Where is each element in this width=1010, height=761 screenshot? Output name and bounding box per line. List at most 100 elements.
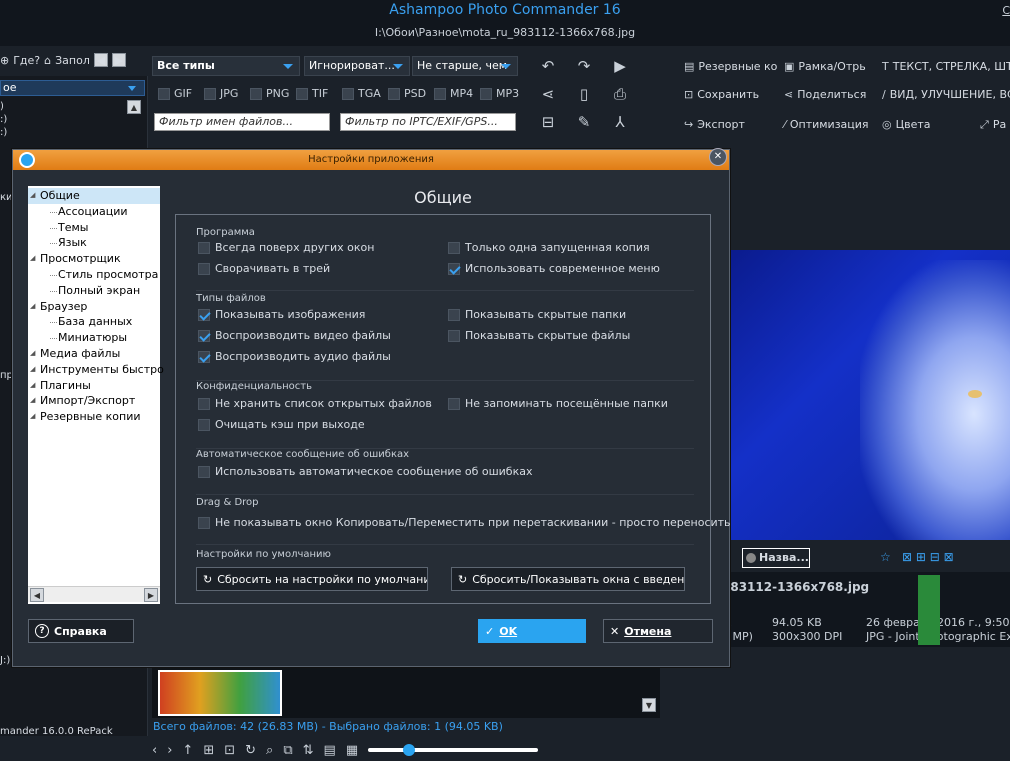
rotate-left-icon[interactable]: ↶: [538, 56, 558, 76]
edit-icon[interactable]: ✎: [574, 112, 594, 132]
left-misc-drive[interactable]: J:): [0, 655, 10, 666]
left-combo[interactable]: ое: [0, 80, 145, 96]
back-icon[interactable]: ‹: [152, 743, 157, 758]
tree-hscroll[interactable]: ◀ ▶: [28, 586, 160, 602]
close-icon[interactable]: ✕: [709, 148, 727, 166]
cancel-button[interactable]: ✕ Отмена: [603, 619, 713, 643]
format-checkbox-tif[interactable]: TIF: [296, 87, 328, 100]
tree-item[interactable]: Плагины: [28, 378, 160, 394]
image-preview[interactable]: [718, 250, 1010, 540]
left-scroll-up[interactable]: ▲: [127, 100, 141, 114]
tree-scroll-right[interactable]: ▶: [144, 588, 158, 602]
copy-icon[interactable]: ⧉: [283, 743, 292, 758]
age-select[interactable]: Не старше, чем: [412, 56, 518, 76]
tree-item[interactable]: Медиа файлы: [28, 346, 160, 362]
ignore-select[interactable]: Игнорироват...: [304, 56, 410, 76]
format-checkbox-jpg[interactable]: JPG: [204, 87, 238, 100]
frame-tool[interactable]: ▣ Рамка/Отрь: [784, 60, 866, 73]
iptc-filter-input[interactable]: Фильтр по IPTC/EXIF/GPS...: [340, 113, 516, 131]
scan-icon[interactable]: ⊟: [538, 112, 558, 132]
zoom-slider[interactable]: [368, 744, 539, 756]
scroll-right-button[interactable]: ▶: [111, 53, 126, 67]
zoom-icon[interactable]: ⌕: [266, 743, 273, 758]
format-checkbox-gif[interactable]: GIF: [158, 87, 192, 100]
tree-item[interactable]: База данных: [28, 314, 160, 330]
left-row[interactable]: :): [0, 113, 7, 126]
export-tool[interactable]: ↪ Экспорт: [684, 118, 745, 131]
sort-icon[interactable]: ⇅: [303, 743, 314, 758]
text-tool[interactable]: T ТЕКСТ, СТРЕЛКА, ШТА: [882, 60, 1010, 73]
window-corner-label[interactable]: С: [1002, 4, 1010, 17]
print-icon[interactable]: ⎙: [610, 84, 630, 104]
ok-button[interactable]: ✓ OK: [478, 619, 586, 643]
tree-item[interactable]: Стиль просмотра: [28, 267, 160, 283]
where-label[interactable]: Где?: [13, 54, 40, 67]
refresh-icon[interactable]: ↻: [245, 743, 256, 758]
optimize-tool[interactable]: ⁄ Оптимизация: [784, 118, 869, 131]
slideshow-icon[interactable]: ▶: [610, 56, 630, 76]
minimize-tray-checkbox[interactable]: Сворачивать в трей: [198, 262, 330, 275]
modern-menu-checkbox[interactable]: Использовать современное меню: [448, 262, 660, 275]
no-recent-list-checkbox[interactable]: Не хранить список открытых файлов: [198, 397, 432, 410]
show-images-checkbox[interactable]: Показывать изображения: [198, 308, 365, 321]
colors-tool[interactable]: ◎ Цвета: [882, 118, 931, 131]
format-checkbox-psd[interactable]: PSD: [388, 87, 426, 100]
left-row[interactable]: ): [0, 100, 7, 113]
backup-tool[interactable]: ▤ Резервные ко: [684, 60, 777, 73]
left-row[interactable]: :): [0, 126, 7, 139]
help-button[interactable]: ? Справка: [28, 619, 134, 643]
single-instance-checkbox[interactable]: Только одна запущенная копия: [448, 241, 650, 254]
tree-item[interactable]: Язык: [28, 235, 160, 251]
tree-item[interactable]: Полный экран: [28, 283, 160, 299]
thumb-scroll-down[interactable]: ▼: [642, 698, 656, 712]
grid-icon[interactable]: ⊞: [203, 743, 214, 758]
resize-tool[interactable]: ⤢ Ра: [980, 118, 1006, 132]
tree-item[interactable]: Ассоциации: [28, 204, 160, 220]
tree-scroll-left[interactable]: ◀: [30, 588, 44, 602]
save-tool[interactable]: ⊡ Сохранить: [684, 88, 759, 101]
play-video-checkbox[interactable]: Воспроизводить видео файлы: [198, 329, 391, 342]
format-checkbox-mp4[interactable]: MP4: [434, 87, 473, 100]
folder-icon[interactable]: ⌂: [44, 54, 51, 67]
format-checkbox-mp3[interactable]: MP3: [480, 87, 519, 100]
select-icon[interactable]: ⊡: [224, 743, 235, 758]
filter-icons[interactable]: ⊠ ⊞ ⊟ ⊠: [902, 550, 954, 564]
play-audio-checkbox[interactable]: Воспроизводить аудио файлы: [198, 350, 391, 363]
auto-error-report-checkbox[interactable]: Использовать автоматическое сообщение об…: [198, 465, 532, 478]
reset-windows-button[interactable]: ↻Сбросить/Показывать окна с введениями: [451, 567, 685, 591]
reset-defaults-button[interactable]: ↻ Сбросить на настройки по умолчанию: [196, 567, 428, 591]
tree-item[interactable]: Инструменты быстро: [28, 362, 164, 378]
share-tool[interactable]: ⋖ Поделиться: [784, 88, 866, 101]
thumbnail[interactable]: [158, 670, 282, 716]
globe-icon[interactable]: ⊕: [0, 54, 9, 67]
settings-tree[interactable]: ОбщиеАссоциацииТемыЯзыкПросмотрщикСтиль …: [28, 186, 164, 604]
file-type-select[interactable]: Все типы: [152, 56, 300, 76]
tree-item[interactable]: Темы: [28, 220, 160, 236]
tree-item[interactable]: Просмотрщик: [28, 251, 160, 267]
tree-item[interactable]: Браузер: [28, 299, 160, 315]
no-copy-window-checkbox[interactable]: Не показывать окно Копировать/Переместит…: [198, 516, 731, 529]
rotate-right-icon[interactable]: ↷: [574, 56, 594, 76]
tree-item[interactable]: Миниатюры: [28, 330, 160, 346]
new-file-icon[interactable]: ▯: [574, 84, 594, 104]
format-checkbox-tga[interactable]: TGA: [342, 87, 381, 100]
hidden-files-checkbox[interactable]: Показывать скрытые файлы: [448, 329, 630, 342]
layout-icon[interactable]: ▦: [346, 743, 358, 758]
forward-icon[interactable]: ›: [167, 743, 172, 758]
star-icon[interactable]: ☆: [880, 550, 891, 564]
pdf-icon[interactable]: ⅄: [610, 112, 630, 132]
up-icon[interactable]: ↑: [182, 743, 193, 758]
hidden-folders-checkbox[interactable]: Показывать скрытые папки: [448, 308, 626, 321]
tree-item[interactable]: Импорт/Экспорт: [28, 393, 160, 409]
filename-filter-input[interactable]: Фильтр имен файлов...: [154, 113, 330, 131]
view-mode-icon[interactable]: ▤: [324, 743, 336, 758]
format-checkbox-png[interactable]: PNG: [250, 87, 289, 100]
no-remember-folders-checkbox[interactable]: Не запоминать посещённые папки: [448, 397, 668, 410]
view-tool[interactable]: ∕ ВИД, УЛУЧШЕНИЕ, ВС: [882, 88, 1010, 101]
always-on-top-checkbox[interactable]: Всегда поверх других окон: [198, 241, 374, 254]
clear-cache-checkbox[interactable]: Очищать кэш при выходе: [198, 418, 365, 431]
fill-label[interactable]: Запол: [55, 54, 90, 67]
zoom-slider-knob[interactable]: [402, 744, 415, 756]
scroll-left-button[interactable]: ◀: [93, 53, 108, 67]
tree-item[interactable]: Общие: [28, 188, 160, 204]
